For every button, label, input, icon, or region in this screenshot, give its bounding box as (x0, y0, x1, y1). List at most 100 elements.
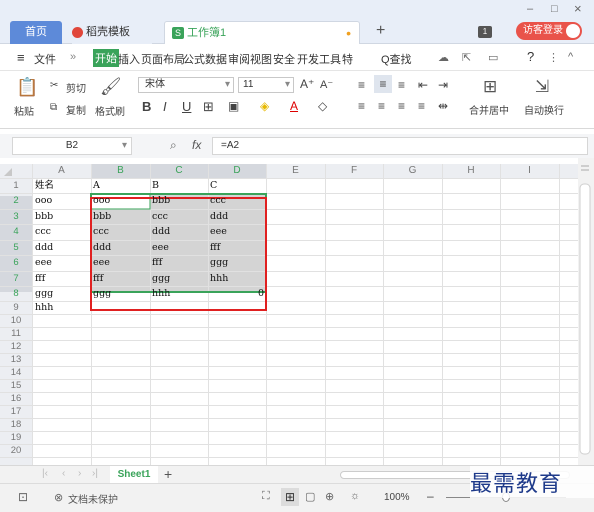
find-button[interactable]: Q查找 (381, 51, 412, 67)
paste-icon[interactable]: 📋 (16, 77, 38, 98)
zoom-level[interactable]: 100% (384, 492, 410, 503)
align-right-icon[interactable]: ≡ (398, 99, 405, 113)
align-center-icon[interactable]: ≡ (378, 99, 385, 113)
indent-decrease-icon[interactable]: ⇤ (418, 78, 428, 92)
maximize-icon[interactable]: □ (551, 3, 558, 15)
align-middle-icon[interactable]: ≡ (374, 75, 392, 93)
wrap-text-button[interactable]: 自动换行 (524, 102, 564, 117)
row-header[interactable]: 5 (0, 242, 32, 254)
zoom-formula-icon[interactable]: ⌕ (170, 138, 177, 153)
login-button[interactable]: 访客登录 (516, 22, 582, 40)
copy-button[interactable]: 复制 (66, 102, 86, 117)
menu-more[interactable]: » (70, 51, 76, 63)
cell-c5[interactable]: eee (152, 242, 169, 254)
cell-b3[interactable]: bbb (93, 211, 111, 223)
column-header-g[interactable]: G (383, 164, 442, 178)
page-layout-icon[interactable]: ▢ (305, 490, 315, 503)
row-header[interactable]: 16 (0, 393, 32, 405)
tab-home[interactable]: 首页 (10, 21, 62, 44)
row-header[interactable]: 6 (0, 257, 32, 269)
cell-b7[interactable]: fff (93, 273, 103, 285)
justify-icon[interactable]: ≡ (418, 99, 425, 113)
paste-button[interactable]: 粘贴 (14, 103, 34, 118)
row-header[interactable]: 7 (0, 273, 32, 285)
align-left-icon[interactable]: ≡ (358, 99, 365, 113)
menu-developer[interactable]: 开发工具 (297, 51, 341, 67)
window-count-icon[interactable]: 1 (478, 26, 492, 38)
cell-a2[interactable]: ooo (35, 195, 52, 207)
cell-a1[interactable]: 姓名 (35, 180, 54, 192)
cell-a8[interactable]: ggg (35, 288, 53, 300)
row-header[interactable]: 10 (0, 315, 32, 327)
cell-a3[interactable]: bbb (35, 211, 53, 223)
merge-center-icon[interactable]: ⊞ (483, 77, 497, 97)
cell-a5[interactable]: ddd (35, 242, 53, 254)
cut-icon[interactable]: ✂ (50, 80, 58, 91)
grow-font-button[interactable]: A⁺ (300, 77, 314, 91)
column-header-i[interactable]: I (500, 164, 559, 178)
row-header[interactable]: 13 (0, 354, 32, 366)
new-tab-button[interactable]: + (376, 22, 385, 40)
menu-file[interactable]: 文件 (34, 51, 56, 67)
cell-a9[interactable]: hhh (35, 302, 53, 314)
row-header[interactable]: 11 (0, 328, 32, 340)
align-bottom-icon[interactable]: ≡ (398, 78, 405, 92)
cell-d7[interactable]: hhh (210, 273, 228, 285)
more-options-icon[interactable]: ⋮ (548, 51, 559, 64)
font-size-select[interactable]: 11 ▾ (238, 77, 294, 93)
cell-d8[interactable]: 0 (258, 288, 264, 300)
indent-increase-icon[interactable]: ⇥ (438, 78, 448, 92)
cell-c2[interactable]: bbb (152, 195, 170, 207)
wrap-text-icon[interactable]: ⇲ (535, 77, 549, 97)
format-painter-icon[interactable]: 🖌 (100, 77, 122, 97)
sheet-tab-sheet1[interactable]: Sheet1 (110, 466, 158, 484)
cell-c4[interactable]: ddd (152, 226, 170, 238)
cell-d5[interactable]: fff (210, 242, 220, 254)
normal-view-icon[interactable]: ⛶ (262, 490, 270, 503)
cell-b4[interactable]: ccc (93, 226, 109, 238)
protection-status[interactable]: 文档未保护 (68, 491, 118, 506)
grid-view-icon[interactable]: ⊞ (281, 488, 299, 506)
column-header-b[interactable]: B (91, 164, 150, 178)
column-header-e[interactable]: E (266, 164, 325, 178)
cell-b5[interactable]: ddd (93, 242, 111, 254)
merge-center-button[interactable]: 合并居中 (469, 102, 509, 117)
row-header[interactable]: 4 (0, 226, 32, 238)
share-icon[interactable]: ⇱ (462, 51, 471, 64)
distribute-icon[interactable]: ⇹ (438, 99, 448, 113)
cell-c6[interactable]: fff (152, 257, 162, 269)
font-color-icon[interactable]: A (290, 99, 298, 113)
cell-b6[interactable]: eee (93, 257, 110, 269)
export-icon[interactable]: ▭ (488, 51, 498, 64)
sheet-nav-last-icon[interactable]: ›| (92, 468, 98, 479)
align-top-icon[interactable]: ≡ (358, 78, 365, 92)
italic-button[interactable]: I (163, 99, 167, 114)
cell-a6[interactable]: eee (35, 257, 52, 269)
menu-view[interactable]: 视图 (250, 51, 272, 67)
column-header-f[interactable]: F (325, 164, 383, 178)
sheet-nav-first-icon[interactable]: |‹ (42, 468, 48, 479)
zoom-out-button[interactable]: – (427, 489, 434, 503)
column-header-d[interactable]: D (208, 164, 266, 178)
row-header[interactable]: 12 (0, 341, 32, 353)
cell-b2[interactable]: ooo (93, 195, 110, 207)
row-header[interactable]: 9 (0, 302, 32, 314)
underline-button[interactable]: U (182, 99, 191, 114)
cell-style-icon[interactable]: ▣ (228, 99, 239, 113)
column-header-h[interactable]: H (442, 164, 500, 178)
menu-security[interactable]: 安全 (273, 51, 295, 67)
eye-protect-icon[interactable]: ☼ (350, 490, 360, 502)
sheet-nav-prev-icon[interactable]: ‹ (62, 468, 65, 479)
name-box[interactable]: B2 ▾ (12, 137, 132, 155)
bold-button[interactable]: B (142, 99, 151, 114)
add-sheet-button[interactable]: + (164, 466, 172, 482)
menu-layout[interactable]: 页面布局 (141, 51, 185, 67)
tab-daoke-template[interactable]: 稻壳模板 (72, 21, 152, 44)
cell-c7[interactable]: ggg (152, 273, 170, 285)
row-header[interactable]: 20 (0, 445, 32, 457)
row-header[interactable]: 8 (0, 288, 32, 300)
row-header[interactable]: 18 (0, 419, 32, 431)
cell-c1[interactable]: B (152, 180, 159, 192)
page-break-icon[interactable]: ⊕ (325, 490, 334, 503)
clear-format-icon[interactable]: ◇ (318, 99, 327, 113)
